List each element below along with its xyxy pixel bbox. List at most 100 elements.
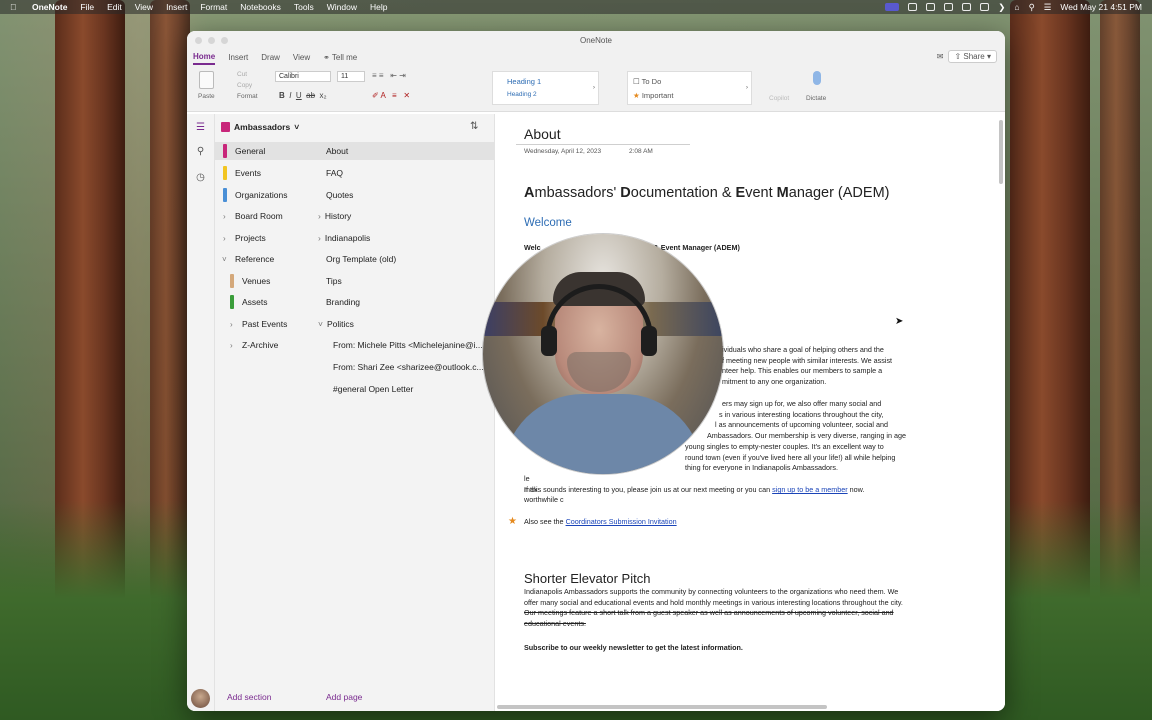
events-paragraph[interactable]: ers may sign up for, we also offer many … — [685, 399, 906, 474]
tab-draw[interactable]: Draw — [261, 51, 280, 64]
list-buttons[interactable]: ≡ ≡ ⇤ ⇥ — [372, 71, 406, 80]
share-button[interactable]: ⇧ Share ▾ — [948, 49, 997, 63]
control-center-icon[interactable]: ☰ — [1044, 2, 1052, 13]
status-icon-1[interactable] — [908, 3, 918, 11]
sidebar-item-general[interactable]: General — [215, 142, 494, 160]
avatar[interactable] — [191, 689, 210, 708]
apple-icon[interactable]:  — [10, 2, 20, 12]
menu-edit[interactable]: Edit — [107, 2, 122, 12]
chevron-right-icon[interactable]: › — [223, 234, 226, 243]
subpage-item-michele[interactable]: From: Michele Pitts <Michelejanine@i... — [333, 340, 483, 350]
style-heading-1[interactable]: Heading 1 — [507, 77, 541, 86]
tell-me[interactable]: ⚭ Tell me — [323, 51, 357, 64]
page-item-indianapolis[interactable]: › Indianapolis — [318, 233, 370, 243]
notifications-icon[interactable]: ✉ — [937, 52, 944, 61]
intro-paragraph[interactable]: ividuals who share a goal of helping oth… — [722, 345, 892, 388]
pitch-text: Indianapolis Ambassadors supports the co… — [524, 587, 903, 607]
status-icon-3[interactable] — [944, 3, 954, 11]
add-page-button[interactable]: Add page — [326, 692, 362, 702]
vertical-scrollbar[interactable] — [999, 120, 1003, 184]
notebooks-icon[interactable]: ☰ — [195, 122, 206, 133]
sort-pages-icon[interactable]: ⇅ — [470, 121, 478, 132]
play-icon[interactable]: ❯ — [998, 2, 1005, 13]
tags-expand-icon[interactable]: › — [746, 84, 748, 91]
horizontal-scrollbar[interactable] — [495, 705, 1005, 709]
menu-tools[interactable]: Tools — [294, 2, 314, 12]
subscribe-line[interactable]: Subscribe to our weekly newsletter to ge… — [524, 643, 743, 652]
pitch-paragraph[interactable]: Indianapolis Ambassadors supports the co… — [524, 587, 914, 630]
page-item-politics[interactable]: ˅ Politics — [318, 319, 354, 329]
tag-important[interactable]: ★ Important — [633, 91, 674, 100]
subpage-item-open-letter[interactable]: #general Open Letter — [333, 384, 413, 394]
menu-file[interactable]: File — [80, 2, 94, 12]
document-heading[interactable]: Ambassadors' Documentation & Event Manag… — [524, 185, 889, 201]
search-icon[interactable]: ⚲ — [1029, 2, 1035, 13]
page-title[interactable]: About — [524, 126, 561, 142]
tab-home[interactable]: Home — [193, 50, 216, 65]
menu-notebooks[interactable]: Notebooks — [240, 2, 281, 12]
chevron-right-icon[interactable]: › — [230, 341, 233, 350]
paste-label[interactable]: Paste — [198, 93, 215, 100]
page-item-history[interactable]: › History — [318, 211, 351, 221]
cut-button[interactable]: Cut — [237, 71, 247, 78]
chevron-right-icon[interactable]: › — [230, 320, 233, 329]
chevron-right-icon[interactable]: › — [318, 211, 321, 221]
add-section-button[interactable]: Add section — [227, 692, 271, 702]
font-size-select[interactable]: 11 — [337, 71, 365, 82]
sidebar-item-events[interactable]: Events — [215, 164, 494, 182]
coordinators-link[interactable]: Coordinators Submission Invitation — [566, 517, 677, 526]
page-item-org-template[interactable]: Org Template (old) — [326, 254, 396, 264]
section-heading-elevator-pitch[interactable]: Shorter Elevator Pitch — [524, 571, 650, 586]
copy-button[interactable]: Copy — [237, 82, 252, 89]
style-heading-2[interactable]: Heading 2 — [507, 91, 537, 98]
signup-link[interactable]: sign up to be a member — [772, 485, 848, 494]
status-icon-2[interactable] — [926, 3, 936, 11]
format-buttons[interactable]: B I U ab x₂ — [279, 91, 327, 100]
menu-insert[interactable]: Insert — [166, 2, 187, 12]
font-name-select[interactable]: Calibri — [275, 71, 331, 82]
dictate-button[interactable]: Dictate — [806, 95, 826, 102]
clock[interactable]: Wed May 21 4:51 PM — [1060, 2, 1142, 12]
page-item-quotes[interactable]: Quotes — [326, 190, 353, 200]
format-painter-button[interactable]: Format — [237, 93, 258, 100]
styles-expand-icon[interactable]: › — [593, 84, 595, 91]
menu-app-onenote[interactable]: OneNote — [32, 2, 67, 12]
tab-view[interactable]: View — [293, 51, 310, 64]
search-icon[interactable]: ⚲ — [195, 146, 206, 157]
welcome-heading[interactable]: Welcome — [524, 217, 572, 229]
recent-notes-icon[interactable]: ◷ — [195, 172, 206, 183]
notebook-selector[interactable]: Ambassadors ˅ — [221, 122, 299, 132]
sidebar-item-organizations[interactable]: Organizations — [215, 186, 494, 204]
sidebar-item-venues[interactable]: Venues — [215, 272, 494, 290]
sidebar-item-board-room[interactable]: › Board Room — [215, 207, 494, 225]
status-icon-4[interactable] — [962, 3, 972, 11]
tag-todo[interactable]: ☐ To Do — [633, 77, 661, 86]
chevron-down-icon[interactable]: ˅ — [318, 319, 323, 329]
sidebar-item-past-events[interactable]: › Past Events — [215, 315, 494, 333]
chevron-right-icon[interactable]: › — [318, 233, 321, 243]
menu-window[interactable]: Window — [327, 2, 357, 12]
join-paragraph[interactable]: If this sounds interesting to you, pleas… — [524, 485, 864, 496]
highlight-color-buttons[interactable]: ✐ A ≡ ✕ — [372, 91, 410, 100]
also-see-line[interactable]: Also see the Coordinators Submission Inv… — [524, 517, 677, 526]
page-item-faq[interactable]: FAQ — [326, 168, 343, 178]
page-item-branding[interactable]: Branding — [326, 297, 360, 307]
menu-format[interactable]: Format — [200, 2, 227, 12]
subpage-item-shari[interactable]: From: Shari Zee <sharizee@outlook.c... — [333, 362, 484, 372]
screen-record-icon[interactable] — [885, 3, 900, 11]
chevron-down-icon[interactable]: ˅ — [222, 255, 227, 264]
copilot-button[interactable]: Copilot — [769, 95, 789, 102]
status-icon-5[interactable] — [980, 3, 990, 11]
paste-icon[interactable] — [199, 71, 214, 89]
important-star-icon[interactable]: ★ — [508, 516, 517, 527]
menu-view[interactable]: View — [135, 2, 153, 12]
dictate-icon[interactable] — [813, 71, 821, 85]
page-item-tips[interactable]: Tips — [326, 276, 342, 286]
chevron-right-icon[interactable]: › — [223, 212, 226, 221]
wifi-icon[interactable]: ⌂ — [1014, 2, 1019, 12]
page-item-about[interactable]: About — [326, 146, 348, 156]
tab-insert[interactable]: Insert — [228, 51, 248, 64]
tags-gallery[interactable]: ☐ To Do ★ Important › — [627, 71, 752, 105]
menu-help[interactable]: Help — [370, 2, 387, 12]
styles-gallery[interactable]: Heading 1 Heading 2 › — [492, 71, 599, 105]
